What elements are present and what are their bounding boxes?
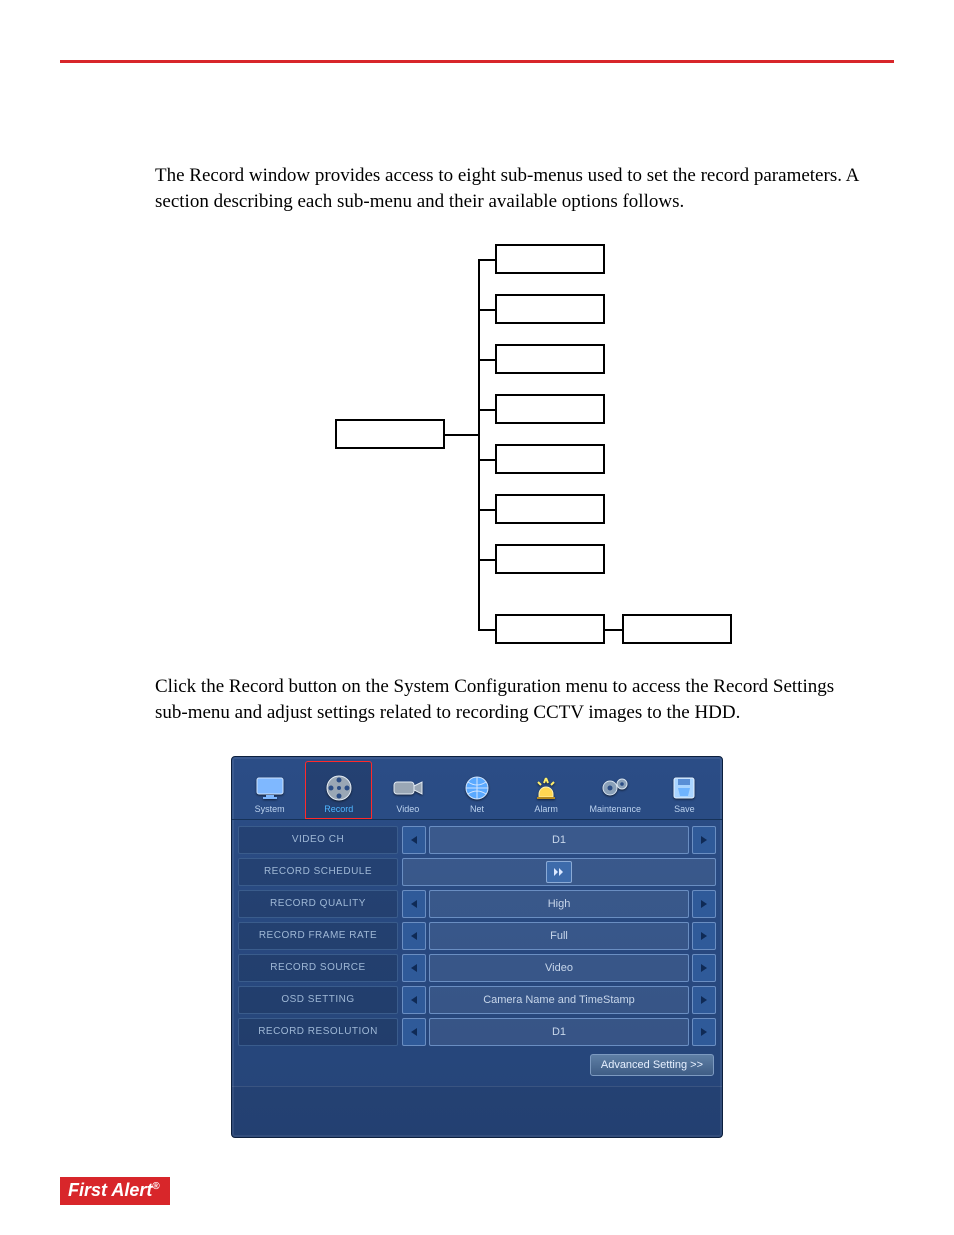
video-ch-prev[interactable] (402, 826, 426, 854)
tab-maintenance[interactable]: Maintenance (582, 761, 649, 819)
row-record-source: RECORD SOURCE Video (238, 954, 716, 982)
record-source-next[interactable] (692, 954, 716, 982)
tab-record[interactable]: Record (305, 761, 372, 819)
record-res-value: D1 (429, 1018, 689, 1046)
tab-label: Maintenance (590, 804, 642, 814)
tab-system[interactable]: System (236, 761, 303, 819)
record-settings-panel: System Record Video (231, 756, 723, 1138)
record-quality-value: High (429, 890, 689, 918)
row-video-ch: VIDEO CH D1 (238, 826, 716, 854)
record-menu-diagram (60, 244, 894, 644)
tab-video[interactable]: Video (374, 761, 441, 819)
config-tabbar: System Record Video (232, 757, 722, 820)
record-res-next[interactable] (692, 1018, 716, 1046)
diagram-leaf-8-child (622, 614, 732, 644)
label-record-resolution: RECORD RESOLUTION (238, 1018, 398, 1046)
record-source-prev[interactable] (402, 954, 426, 982)
intro-paragraph-2: Click the Record button on the System Co… (60, 674, 894, 725)
tab-label: Save (674, 804, 695, 814)
osd-setting-value: Camera Name and TimeStamp (429, 986, 689, 1014)
video-ch-value: D1 (429, 826, 689, 854)
row-record-frame-rate: RECORD FRAME RATE Full (238, 922, 716, 950)
diagram-leaf-7 (495, 544, 605, 574)
monitor-icon (253, 774, 287, 802)
label-record-source: RECORD SOURCE (238, 954, 398, 982)
record-frame-value: Full (429, 922, 689, 950)
tab-label: Net (470, 804, 484, 814)
record-quality-prev[interactable] (402, 890, 426, 918)
advanced-setting-button[interactable]: Advanced Setting >> (590, 1054, 714, 1076)
record-quality-next[interactable] (692, 890, 716, 918)
video-ch-next[interactable] (692, 826, 716, 854)
diagram-root-box (335, 419, 445, 449)
camera-icon (391, 774, 425, 802)
diagram-leaf-6 (495, 494, 605, 524)
diagram-leaf-8 (495, 614, 605, 644)
record-res-prev[interactable] (402, 1018, 426, 1046)
label-record-frame-rate: RECORD FRAME RATE (238, 922, 398, 950)
row-record-resolution: RECORD RESOLUTION D1 (238, 1018, 716, 1046)
tab-save[interactable]: Save (651, 761, 718, 819)
panel-footer-space (232, 1086, 722, 1137)
record-schedule-field[interactable] (402, 858, 716, 886)
label-osd-setting: OSD SETTING (238, 986, 398, 1014)
record-frame-prev[interactable] (402, 922, 426, 950)
film-reel-icon (322, 774, 356, 802)
diagram-leaf-5 (495, 444, 605, 474)
open-schedule-icon (546, 861, 572, 883)
tab-net[interactable]: Net (443, 761, 510, 819)
gears-icon (598, 774, 632, 802)
diagram-leaf-4 (495, 394, 605, 424)
label-record-schedule: RECORD SCHEDULE (238, 858, 398, 886)
diagram-leaf-2 (495, 294, 605, 324)
row-record-schedule: RECORD SCHEDULE (238, 858, 716, 886)
record-frame-next[interactable] (692, 922, 716, 950)
first-alert-logo: First Alert® (60, 1177, 170, 1205)
header-rule (60, 60, 894, 63)
tab-label: Record (324, 804, 353, 814)
diagram-leaf-1 (495, 244, 605, 274)
osd-setting-next[interactable] (692, 986, 716, 1014)
label-record-quality: RECORD QUALITY (238, 890, 398, 918)
row-osd-setting: OSD SETTING Camera Name and TimeStamp (238, 986, 716, 1014)
intro-paragraph-1: The Record window provides access to eig… (60, 163, 894, 214)
label-video-ch: VIDEO CH (238, 826, 398, 854)
osd-setting-prev[interactable] (402, 986, 426, 1014)
tab-label: Alarm (534, 804, 558, 814)
tab-label: System (255, 804, 285, 814)
tab-alarm[interactable]: Alarm (513, 761, 580, 819)
record-source-value: Video (429, 954, 689, 982)
alarm-icon (529, 774, 563, 802)
row-record-quality: RECORD QUALITY High (238, 890, 716, 918)
tab-label: Video (396, 804, 419, 814)
save-icon (667, 774, 701, 802)
globe-icon (460, 774, 494, 802)
diagram-leaf-3 (495, 344, 605, 374)
